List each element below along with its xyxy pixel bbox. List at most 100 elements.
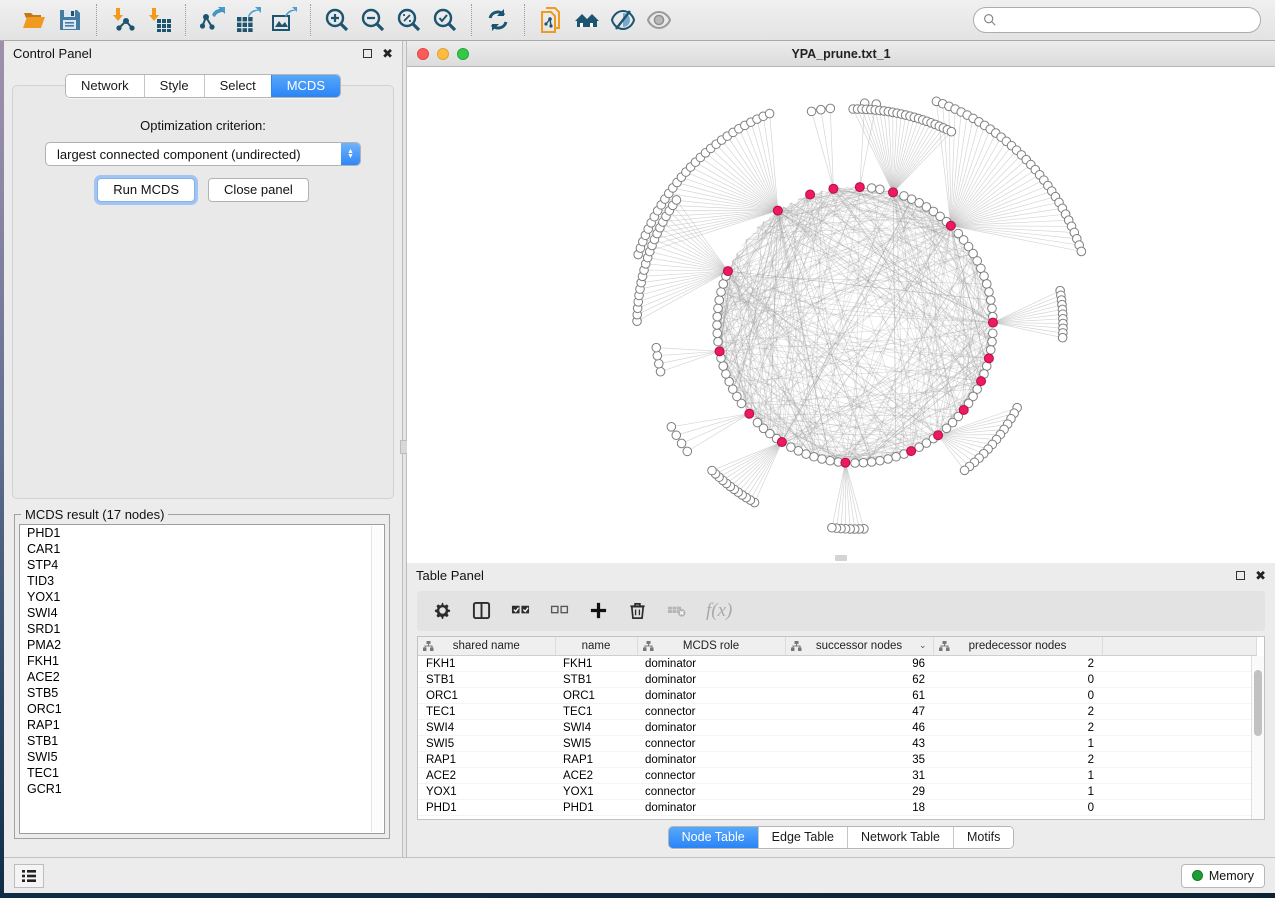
network-hub-node[interactable]: [984, 354, 993, 363]
horizontal-splitter-handle[interactable]: [835, 555, 847, 561]
network-node[interactable]: [892, 452, 901, 461]
network-node[interactable]: [753, 418, 762, 427]
network-node[interactable]: [652, 343, 661, 352]
network-node[interactable]: [717, 288, 726, 297]
network-node[interactable]: [826, 104, 835, 113]
close-table-panel-icon[interactable]: ✖: [1255, 569, 1266, 582]
split-column-icon[interactable]: [472, 601, 491, 620]
export-network-icon[interactable]: [197, 5, 227, 35]
export-table-icon[interactable]: [233, 5, 263, 35]
network-node[interactable]: [677, 439, 686, 448]
network-node[interactable]: [915, 443, 924, 452]
network-hub-node[interactable]: [889, 188, 898, 197]
network-node[interactable]: [672, 431, 681, 440]
network-node[interactable]: [986, 296, 995, 305]
network-node[interactable]: [807, 107, 816, 116]
network-hub-node[interactable]: [806, 190, 815, 199]
network-node[interactable]: [810, 452, 819, 461]
import-network-icon[interactable]: [108, 5, 138, 35]
mcds-result-item[interactable]: PHD1: [20, 525, 384, 541]
show-graphics-details-icon[interactable]: [644, 5, 674, 35]
float-table-panel-icon[interactable]: [1236, 571, 1245, 580]
table-row[interactable]: STB1STB1dominator620: [418, 672, 1256, 688]
network-node[interactable]: [1077, 247, 1086, 256]
memory-button[interactable]: Memory: [1181, 864, 1265, 888]
network-hub-node[interactable]: [745, 409, 754, 418]
network-node[interactable]: [986, 346, 995, 355]
save-session-icon[interactable]: [55, 5, 85, 35]
mcds-result-item[interactable]: STP4: [20, 557, 384, 573]
network-node[interactable]: [982, 280, 991, 289]
network-node[interactable]: [828, 523, 837, 532]
panel-list-button[interactable]: [14, 864, 44, 888]
refresh-icon[interactable]: [483, 5, 513, 35]
network-node[interactable]: [719, 362, 728, 371]
mcds-result-item[interactable]: YOX1: [20, 589, 384, 605]
open-file-icon[interactable]: [19, 5, 49, 35]
network-node[interactable]: [876, 185, 885, 194]
sort-descending-icon[interactable]: ⌄: [919, 640, 927, 651]
network-window-titlebar[interactable]: YPA_prune.txt_1: [407, 41, 1275, 67]
zoom-selected-icon[interactable]: [430, 5, 460, 35]
network-node[interactable]: [960, 466, 969, 475]
network-node[interactable]: [722, 370, 731, 379]
mcds-result-item[interactable]: RAP1: [20, 717, 384, 733]
network-node[interactable]: [947, 127, 956, 136]
column-header-successor-nodes[interactable]: successor nodes⌄: [785, 637, 933, 656]
close-panel-icon[interactable]: ✖: [382, 47, 393, 60]
table-tab-motifs[interactable]: Motifs: [953, 827, 1013, 848]
close-panel-button[interactable]: Close panel: [208, 178, 309, 202]
table-tab-edge-table[interactable]: Edge Table: [758, 827, 847, 848]
network-node[interactable]: [942, 424, 951, 433]
hide-annotations-icon[interactable]: [608, 5, 638, 35]
network-node[interactable]: [683, 447, 692, 456]
network-node[interactable]: [851, 459, 860, 468]
mcds-result-item[interactable]: PMA2: [20, 637, 384, 653]
network-node[interactable]: [859, 458, 868, 467]
network-node[interactable]: [714, 337, 723, 346]
table-row[interactable]: SWI5SWI5connector431: [418, 736, 1256, 752]
network-hub-node[interactable]: [841, 458, 850, 467]
network-node[interactable]: [713, 312, 722, 321]
tab-network[interactable]: Network: [66, 75, 144, 97]
list-scrollbar[interactable]: [371, 526, 383, 832]
zoom-fit-icon[interactable]: [394, 5, 424, 35]
mcds-result-item[interactable]: GCR1: [20, 781, 384, 797]
table-tab-node-table[interactable]: Node Table: [669, 827, 758, 848]
network-hub-node[interactable]: [855, 183, 864, 192]
network-hub-node[interactable]: [777, 438, 786, 447]
network-node[interactable]: [867, 458, 876, 467]
zoom-out-icon[interactable]: [358, 5, 388, 35]
mcds-result-item[interactable]: SWI4: [20, 605, 384, 621]
network-node[interactable]: [787, 443, 796, 452]
mcds-result-item[interactable]: CAR1: [20, 541, 384, 557]
table-row[interactable]: FKH1FKH1dominator962: [418, 656, 1256, 672]
mcds-result-item[interactable]: STB5: [20, 685, 384, 701]
network-hub-node[interactable]: [723, 267, 732, 276]
mcds-result-item[interactable]: ACE2: [20, 669, 384, 685]
mcds-result-item[interactable]: FKH1: [20, 653, 384, 669]
column-header-shared-name[interactable]: shared name: [418, 637, 555, 656]
table-row[interactable]: ORC1ORC1dominator610: [418, 688, 1256, 704]
network-node[interactable]: [817, 105, 826, 114]
search-box[interactable]: [973, 7, 1261, 33]
network-node[interactable]: [818, 455, 827, 464]
table-row[interactable]: ACE2ACE2connector311: [418, 768, 1256, 784]
tab-select[interactable]: Select: [204, 75, 271, 97]
network-node[interactable]: [876, 456, 885, 465]
optimization-criterion-select[interactable]: largest connected component (undirected)…: [45, 142, 361, 166]
network-node[interactable]: [714, 304, 723, 313]
mcds-result-item[interactable]: SWI5: [20, 749, 384, 765]
network-node[interactable]: [765, 109, 774, 118]
table-row[interactable]: RAP1RAP1dominator352: [418, 752, 1256, 768]
network-hub-node[interactable]: [988, 318, 997, 327]
column-header-MCDS-role[interactable]: MCDS role: [637, 637, 785, 656]
add-column-icon[interactable]: [589, 601, 608, 620]
mcds-result-item[interactable]: TEC1: [20, 765, 384, 781]
network-node[interactable]: [656, 367, 665, 376]
run-mcds-button[interactable]: Run MCDS: [97, 178, 195, 202]
network-node[interactable]: [654, 359, 663, 368]
select-all-checkboxes-icon[interactable]: [511, 601, 530, 620]
export-image-icon[interactable]: [269, 5, 299, 35]
clear-all-checkboxes-icon[interactable]: [550, 601, 569, 620]
